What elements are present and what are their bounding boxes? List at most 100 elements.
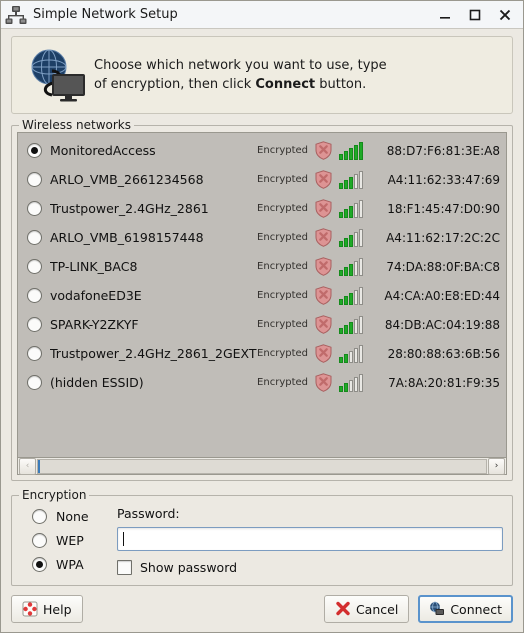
network-ssid: MonitoredAccess [50, 143, 156, 158]
network-row[interactable]: vodafoneED3E Encrypted A4:CA:A0:E8:ED:44 [18, 281, 506, 310]
encryption-option-wep[interactable]: WEP [21, 533, 117, 548]
network-ssid: SPARK-Y2ZKYF [50, 317, 139, 332]
text-caret [123, 532, 124, 546]
network-row[interactable]: (hidden ESSID) Encrypted 7A:8A:20:81:F9:35 [18, 368, 506, 397]
signal-bar [349, 321, 353, 334]
network-topology-icon [5, 5, 27, 25]
encryption-options: None WEP WPA [21, 506, 117, 572]
security-shield-icon [315, 286, 332, 305]
cancel-button-label: Cancel [355, 601, 399, 617]
encryption-option-wpa[interactable]: WPA [21, 557, 117, 572]
signal-bar [344, 295, 348, 305]
network-list-rows: MonitoredAccess Encrypted 88:D7:F6:81:3E:A… [18, 133, 506, 457]
network-mac-address: A4:CA:A0:E8:ED:44 [384, 288, 500, 303]
connect-globe-icon [429, 601, 445, 617]
network-row[interactable]: Trustpower_2.4GHz_2861_2GEXT Encrypted 28:… [18, 339, 506, 368]
network-ssid: ARLO_VMB_2661234568 [50, 172, 204, 187]
network-row[interactable]: Trustpower_2.4GHz_2861 Encrypted 18:F1:45:… [18, 194, 506, 223]
network-mac-address: 28:80:88:63:6B:56 [387, 346, 500, 361]
signal-bar [339, 153, 343, 160]
encryption-radio[interactable] [32, 509, 47, 524]
scrollbar-track[interactable] [37, 458, 487, 474]
horizontal-scrollbar[interactable]: ‹ › [18, 457, 506, 475]
cancel-button[interactable]: Cancel [323, 595, 410, 623]
signal-bar [339, 298, 343, 305]
wireless-networks-group: Wireless networks MonitoredAccess Encrypt… [11, 118, 513, 481]
connect-keyword: Connect [255, 77, 316, 92]
signal-bar [359, 141, 363, 160]
signal-strength-icon [339, 228, 363, 247]
security-shield-icon [315, 141, 332, 160]
globe-monitor-icon [22, 45, 88, 105]
network-radio[interactable] [27, 143, 42, 158]
password-input[interactable] [117, 527, 503, 551]
encryption-option-label: WEP [56, 533, 84, 548]
signal-bar [359, 286, 363, 305]
dialog-footer: Help Cancel Connect [1, 586, 523, 632]
encryption-radio[interactable] [32, 533, 47, 548]
signal-strength-icon [339, 257, 363, 276]
signal-bar [339, 269, 343, 276]
instruction-text: Choose which network you want to use, ty… [94, 56, 387, 94]
encrypted-label: Encrypted [257, 319, 308, 330]
show-password-row[interactable]: Show password [117, 560, 503, 575]
help-button[interactable]: Help [11, 595, 83, 623]
encrypted-label: Encrypted [257, 174, 308, 185]
network-radio[interactable] [27, 288, 42, 303]
connect-button-label: Connect [450, 601, 502, 617]
network-row[interactable]: TP-LINK_BAC8 Encrypted 74:DA:88:0F:BA:C8 [18, 252, 506, 281]
maximize-button[interactable] [467, 7, 483, 23]
network-radio[interactable] [27, 172, 42, 187]
signal-bar [354, 376, 358, 392]
show-password-checkbox[interactable] [117, 560, 132, 575]
network-row[interactable]: ARLO_VMB_2661234568 Encrypted A4:11:62:33:… [18, 165, 506, 194]
show-password-label: Show password [140, 560, 238, 575]
network-mac-address: 18:F1:45:47:D0:90 [387, 201, 500, 216]
scroll-right-arrow[interactable]: › [488, 457, 505, 475]
instruction-banner: Choose which network you want to use, ty… [11, 36, 513, 114]
window-title: Simple Network Setup [33, 7, 178, 22]
network-ssid: ARLO_VMB_6198157448 [50, 230, 204, 245]
network-radio[interactable] [27, 259, 42, 274]
signal-bar [349, 350, 353, 363]
network-radio[interactable] [27, 375, 42, 390]
encryption-body: None WEP WPA Password: Show password [21, 506, 503, 575]
network-radio[interactable] [27, 317, 42, 332]
encryption-radio[interactable] [32, 557, 47, 572]
network-radio[interactable] [27, 230, 42, 245]
minimize-button[interactable] [437, 7, 453, 23]
network-radio[interactable] [27, 201, 42, 216]
wireless-networks-title: Wireless networks [19, 118, 135, 132]
encrypted-label: Encrypted [257, 203, 308, 214]
scroll-left-arrow[interactable]: ‹ [19, 457, 36, 475]
signal-bar [359, 373, 363, 392]
signal-bar [349, 292, 353, 305]
signal-bar [359, 170, 363, 189]
signal-strength-icon [339, 199, 363, 218]
encrypted-label: Encrypted [257, 348, 308, 359]
network-row[interactable]: SPARK-Y2ZKYF Encrypted 84:DB:AC:04:19:88 [18, 310, 506, 339]
signal-bar [359, 257, 363, 276]
signal-bar [349, 147, 353, 160]
connect-button[interactable]: Connect [418, 595, 513, 623]
scrollbar-thumb[interactable] [38, 459, 40, 473]
network-list[interactable]: MonitoredAccess Encrypted 88:D7:F6:81:3E:A… [17, 132, 507, 475]
network-mac-address: 84:DB:AC:04:19:88 [384, 317, 500, 332]
signal-strength-icon [339, 315, 363, 334]
signal-bar [349, 176, 353, 189]
signal-bar [339, 211, 343, 218]
security-shield-icon [315, 344, 332, 363]
network-row[interactable]: ARLO_VMB_6198157448 Encrypted A4:11:62:17:… [18, 223, 506, 252]
security-shield-icon [315, 199, 332, 218]
network-radio[interactable] [27, 346, 42, 361]
close-button[interactable] [497, 7, 513, 23]
security-shield-icon [315, 257, 332, 276]
signal-bar [339, 327, 343, 334]
network-row[interactable]: MonitoredAccess Encrypted 88:D7:F6:81:3E:A… [18, 136, 506, 165]
signal-bar [344, 237, 348, 247]
network-mac-address: 88:D7:F6:81:3E:A8 [386, 143, 500, 158]
dialog-content: Choose which network you want to use, ty… [1, 29, 523, 586]
encryption-option-none[interactable]: None [21, 509, 117, 524]
signal-strength-icon [339, 170, 363, 189]
network-ssid: Trustpower_2.4GHz_2861 [50, 201, 209, 216]
